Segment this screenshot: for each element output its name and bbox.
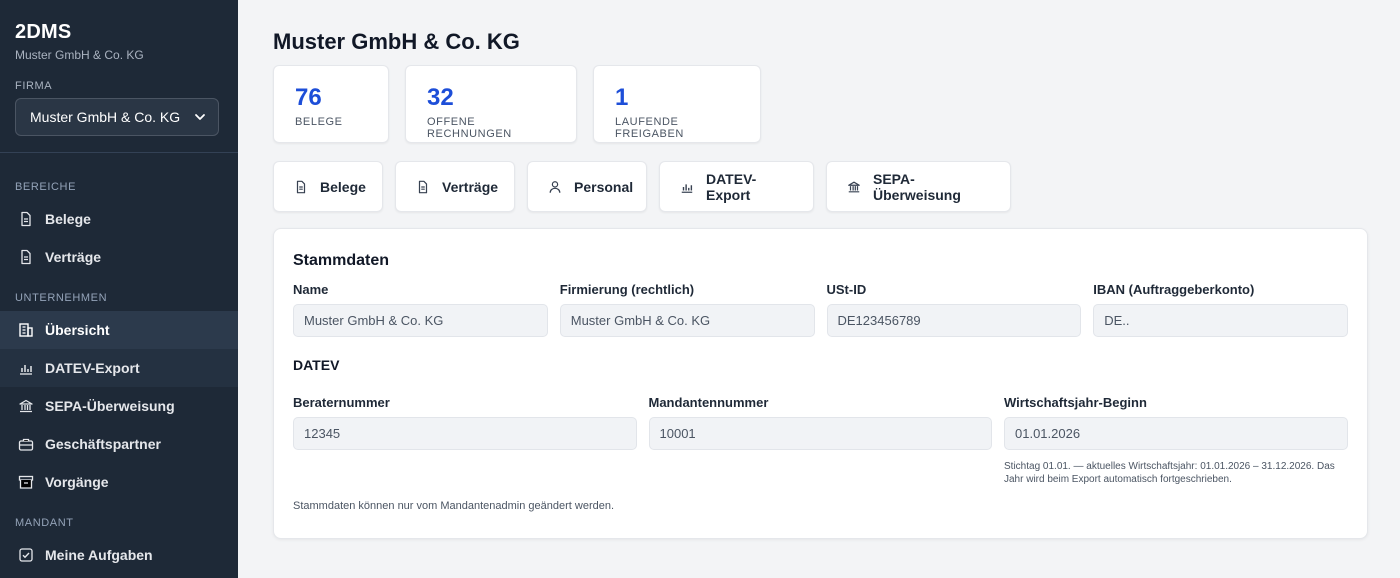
field-label: Mandantennummer xyxy=(648,395,769,410)
wirtschaftsjahr-input[interactable]: 01.01.2026 xyxy=(1004,417,1348,450)
stat-value: 76 xyxy=(295,84,322,111)
stat-value: 1 xyxy=(615,84,629,111)
document-icon xyxy=(18,211,34,227)
section-label-unternehmen: UNTERNEHMEN xyxy=(15,292,108,304)
section-label-bereiche: BEREICHE xyxy=(15,181,77,193)
beraternummer-input[interactable]: 12345 xyxy=(293,417,637,450)
field-mandantennummer: Mandantennummer 10001 xyxy=(648,395,992,486)
mandantennummer-input[interactable]: 10001 xyxy=(648,417,992,450)
stats-row: 76 BELEGE 32 OFFENE RECHNUNGEN 1 LAUFEND… xyxy=(273,65,1368,143)
stammdaten-note: Stammdaten können nur vom Mandantenadmin… xyxy=(293,500,615,512)
sidebar-item-datev-export[interactable]: DATEV-Export xyxy=(0,349,238,387)
quick-link-datev-export[interactable]: DATEV-Export xyxy=(659,161,814,212)
sidebar-item-label: Belege xyxy=(45,211,91,227)
sidebar: 2DMS Muster GmbH & Co. KG FIRMA Muster G… xyxy=(0,0,238,578)
stat-card-belege[interactable]: 76 BELEGE xyxy=(273,65,389,143)
datev-section-title: DATEV xyxy=(293,357,340,373)
sidebar-item-label: Meine Aufgaben xyxy=(45,547,153,563)
briefcase-icon xyxy=(18,436,34,452)
stat-label: BELEGE xyxy=(295,116,343,128)
quick-link-label: Verträge xyxy=(442,178,499,195)
archive-icon xyxy=(18,474,34,490)
bank-icon xyxy=(18,398,34,414)
field-label: Firmierung (rechtlich) xyxy=(559,282,695,297)
document-icon xyxy=(294,180,308,194)
brand-company-subtitle: Muster GmbH & Co. KG xyxy=(15,48,144,62)
ust-id-input[interactable]: DE123456789 xyxy=(826,304,1082,337)
firmierung-input[interactable]: Muster GmbH & Co. KG xyxy=(559,304,815,337)
brand-logo-text[interactable]: 2DMS xyxy=(15,20,223,44)
quick-link-personal[interactable]: Personal xyxy=(527,161,647,212)
sidebar-item-label: Verträge xyxy=(45,249,102,265)
field-iban: IBAN (Auftraggeberkonto) DE.. xyxy=(1093,282,1348,337)
sidebar-item-vertraege[interactable]: Verträge xyxy=(0,238,238,276)
field-label: IBAN (Auftraggeberkonto) xyxy=(1093,282,1255,297)
main-content: Muster GmbH & Co. KG 76 BELEGE 32 OFFENE… xyxy=(238,0,1400,578)
field-label: Name xyxy=(293,282,329,297)
sidebar-item-meine-aufgaben[interactable]: Meine Aufgaben xyxy=(0,536,238,574)
sidebar-item-geschaeftspartner[interactable]: Geschäftspartner xyxy=(0,425,238,463)
stat-label: OFFENE RECHNUNGEN xyxy=(427,116,512,140)
quick-link-label: Personal xyxy=(574,178,634,195)
field-firmierung: Firmierung (rechtlich) Muster GmbH & Co.… xyxy=(559,282,815,337)
quick-links-row: Belege Verträge Personal DATEV-Export SE… xyxy=(273,161,1368,212)
sidebar-item-label: Übersicht xyxy=(45,322,110,338)
field-ust-id: USt-ID DE123456789 xyxy=(826,282,1082,337)
field-label: Beraternummer xyxy=(293,395,390,410)
sidebar-item-sepa[interactable]: SEPA-Überweisung xyxy=(0,387,238,425)
stat-card-laufende-freigaben[interactable]: 1 LAUFENDE FREIGABEN xyxy=(593,65,761,143)
sidebar-item-belege[interactable]: Belege xyxy=(0,200,238,238)
stammdaten-card: Stammdaten Name Muster GmbH & Co. KG Fir… xyxy=(273,228,1368,539)
sidebar-item-uebersicht[interactable]: Übersicht xyxy=(0,311,238,349)
stat-label: LAUFENDE FREIGABEN xyxy=(615,116,684,140)
sidebar-item-label: Vorgänge xyxy=(45,474,109,490)
sidebar-item-vorgaenge[interactable]: Vorgänge xyxy=(0,463,238,501)
bar-chart-icon xyxy=(680,180,694,194)
quick-link-label: SEPA-Überweisung xyxy=(873,170,961,203)
checkbox-icon xyxy=(18,547,34,563)
page-title: Muster GmbH & Co. KG xyxy=(273,29,520,54)
wirtschaftsjahr-hint: Stichtag 01.01. — aktuelles Wirtschaftsj… xyxy=(1004,461,1335,485)
document-icon xyxy=(18,249,34,265)
stammdaten-title: Stammdaten xyxy=(293,252,390,269)
field-name: Name Muster GmbH & Co. KG xyxy=(293,282,548,337)
stat-value: 32 xyxy=(427,84,454,111)
sidebar-divider xyxy=(0,152,238,153)
bar-chart-icon xyxy=(18,360,34,376)
sidebar-item-label: SEPA-Überweisung xyxy=(45,398,175,414)
bank-icon xyxy=(847,180,861,194)
brand: 2DMS Muster GmbH & Co. KG xyxy=(0,0,238,62)
datev-fields: Beraternummer 12345 Mandantennummer 1000… xyxy=(293,395,1348,486)
sidebar-item-label: DATEV-Export xyxy=(45,360,140,376)
sidebar-item-label: Geschäftspartner xyxy=(45,436,161,452)
firma-select-value: Muster GmbH & Co. KG xyxy=(30,109,181,125)
field-wirtschaftsjahr-beginn: Wirtschaftsjahr-Beginn 01.01.2026 Sticht… xyxy=(1004,395,1348,486)
quick-link-sepa[interactable]: SEPA-Überweisung xyxy=(826,161,1011,212)
iban-input[interactable]: DE.. xyxy=(1093,304,1348,337)
document-icon xyxy=(416,180,430,194)
quick-link-label: DATEV-Export xyxy=(706,170,757,203)
stat-card-offene-rechnungen[interactable]: 32 OFFENE RECHNUNGEN xyxy=(405,65,577,143)
field-label: USt-ID xyxy=(826,282,867,297)
quick-link-vertraege[interactable]: Verträge xyxy=(395,161,515,212)
firma-label: FIRMA xyxy=(15,80,53,92)
field-beraternummer: Beraternummer 12345 xyxy=(293,395,637,486)
chevron-down-icon xyxy=(195,114,205,120)
quick-link-belege[interactable]: Belege xyxy=(273,161,383,212)
field-label: Wirtschaftsjahr-Beginn xyxy=(1004,395,1147,410)
stammdaten-fields: Name Muster GmbH & Co. KG Firmierung (re… xyxy=(293,282,1348,337)
building-icon xyxy=(18,322,34,338)
user-icon xyxy=(548,180,562,194)
quick-link-label: Belege xyxy=(320,178,366,195)
firma-select[interactable]: Muster GmbH & Co. KG xyxy=(15,98,219,136)
section-label-mandant: MANDANT xyxy=(15,517,74,529)
name-input[interactable]: Muster GmbH & Co. KG xyxy=(293,304,548,337)
